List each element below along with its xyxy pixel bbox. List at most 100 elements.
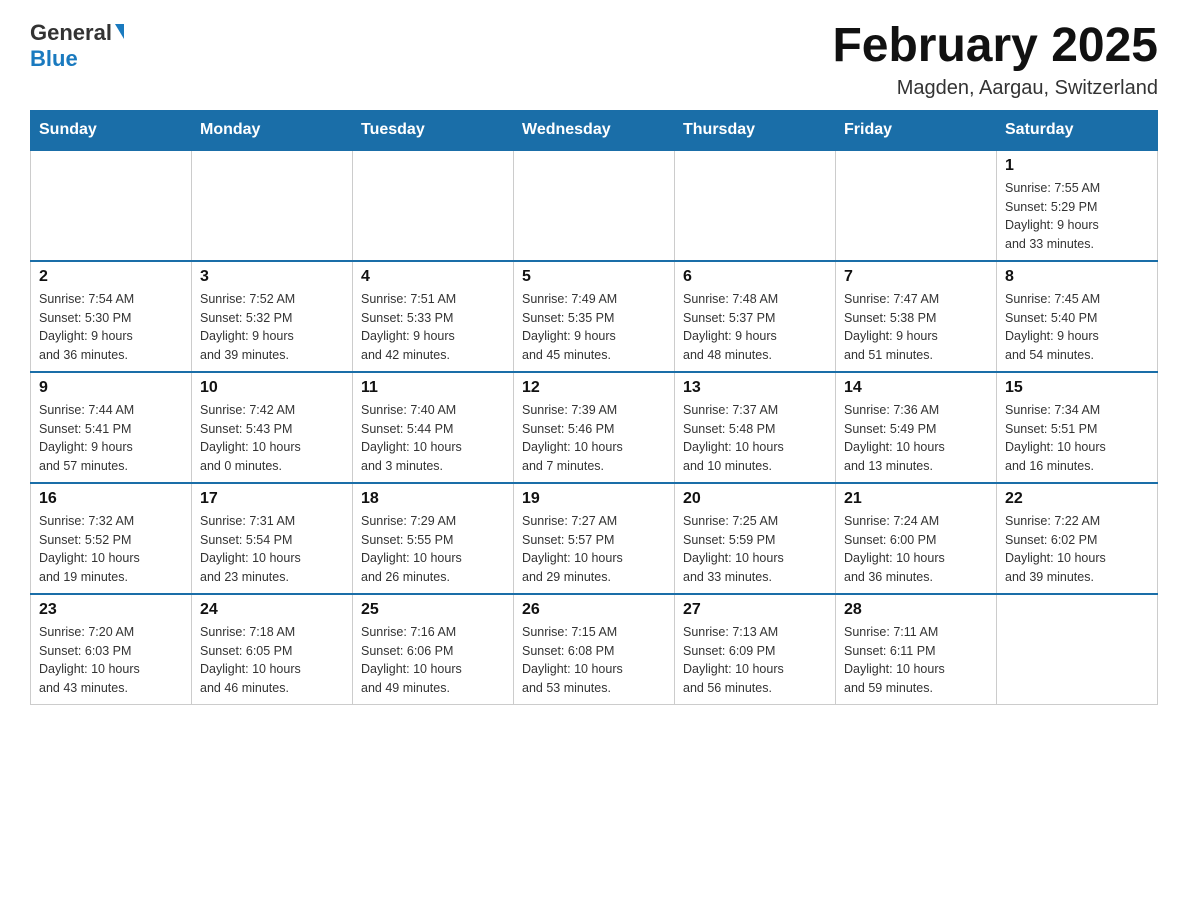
calendar-cell: 25 Sunrise: 7:16 AM Sunset: 6:06 PM Dayli…	[353, 594, 514, 705]
calendar-week-row: 2 Sunrise: 7:54 AM Sunset: 5:30 PM Daylig…	[31, 261, 1158, 372]
calendar-subtitle: Magden, Aargau, Switzerland	[832, 77, 1158, 100]
day-info: Sunrise: 7:31 AM Sunset: 5:54 PM Dayligh…	[200, 512, 344, 587]
calendar-cell	[192, 150, 353, 261]
day-info: Sunrise: 7:32 AM Sunset: 5:52 PM Dayligh…	[39, 512, 183, 587]
calendar-cell: 16 Sunrise: 7:32 AM Sunset: 5:52 PM Dayli…	[31, 483, 192, 594]
day-info: Sunrise: 7:11 AM Sunset: 6:11 PM Dayligh…	[844, 623, 988, 698]
day-info: Sunrise: 7:45 AM Sunset: 5:40 PM Dayligh…	[1005, 290, 1149, 365]
day-number: 6	[683, 268, 827, 286]
calendar-title: February 2025	[832, 20, 1158, 73]
weekday-header-saturday: Saturday	[997, 110, 1158, 150]
day-info: Sunrise: 7:25 AM Sunset: 5:59 PM Dayligh…	[683, 512, 827, 587]
day-info: Sunrise: 7:52 AM Sunset: 5:32 PM Dayligh…	[200, 290, 344, 365]
calendar-cell: 17 Sunrise: 7:31 AM Sunset: 5:54 PM Dayli…	[192, 483, 353, 594]
calendar-cell	[514, 150, 675, 261]
calendar-cell: 2 Sunrise: 7:54 AM Sunset: 5:30 PM Daylig…	[31, 261, 192, 372]
day-number: 2	[39, 268, 183, 286]
day-number: 5	[522, 268, 666, 286]
day-info: Sunrise: 7:37 AM Sunset: 5:48 PM Dayligh…	[683, 401, 827, 476]
day-info: Sunrise: 7:49 AM Sunset: 5:35 PM Dayligh…	[522, 290, 666, 365]
day-info: Sunrise: 7:22 AM Sunset: 6:02 PM Dayligh…	[1005, 512, 1149, 587]
day-number: 8	[1005, 268, 1149, 286]
day-info: Sunrise: 7:44 AM Sunset: 5:41 PM Dayligh…	[39, 401, 183, 476]
day-number: 25	[361, 601, 505, 619]
calendar-cell: 3 Sunrise: 7:52 AM Sunset: 5:32 PM Daylig…	[192, 261, 353, 372]
day-info: Sunrise: 7:48 AM Sunset: 5:37 PM Dayligh…	[683, 290, 827, 365]
calendar-cell: 6 Sunrise: 7:48 AM Sunset: 5:37 PM Daylig…	[675, 261, 836, 372]
calendar-cell: 12 Sunrise: 7:39 AM Sunset: 5:46 PM Dayli…	[514, 372, 675, 483]
day-info: Sunrise: 7:54 AM Sunset: 5:30 PM Dayligh…	[39, 290, 183, 365]
calendar-cell: 15 Sunrise: 7:34 AM Sunset: 5:51 PM Dayli…	[997, 372, 1158, 483]
day-number: 26	[522, 601, 666, 619]
weekday-header-monday: Monday	[192, 110, 353, 150]
day-number: 23	[39, 601, 183, 619]
day-number: 9	[39, 379, 183, 397]
calendar-week-row: 16 Sunrise: 7:32 AM Sunset: 5:52 PM Dayli…	[31, 483, 1158, 594]
day-info: Sunrise: 7:24 AM Sunset: 6:00 PM Dayligh…	[844, 512, 988, 587]
day-number: 15	[1005, 379, 1149, 397]
day-info: Sunrise: 7:39 AM Sunset: 5:46 PM Dayligh…	[522, 401, 666, 476]
day-number: 21	[844, 490, 988, 508]
calendar-cell: 26 Sunrise: 7:15 AM Sunset: 6:08 PM Dayli…	[514, 594, 675, 705]
day-info: Sunrise: 7:13 AM Sunset: 6:09 PM Dayligh…	[683, 623, 827, 698]
day-number: 22	[1005, 490, 1149, 508]
calendar-cell: 28 Sunrise: 7:11 AM Sunset: 6:11 PM Dayli…	[836, 594, 997, 705]
day-number: 4	[361, 268, 505, 286]
calendar-cell: 21 Sunrise: 7:24 AM Sunset: 6:00 PM Dayli…	[836, 483, 997, 594]
calendar-cell: 4Sunrise: 7:51 AM Sunset: 5:33 PM Daylig…	[353, 261, 514, 372]
day-number: 11	[361, 379, 505, 397]
day-info: Sunrise: 7:20 AM Sunset: 6:03 PM Dayligh…	[39, 623, 183, 698]
weekday-header-friday: Friday	[836, 110, 997, 150]
day-number: 27	[683, 601, 827, 619]
day-info: Sunrise: 7:29 AM Sunset: 5:55 PM Dayligh…	[361, 512, 505, 587]
calendar-cell: 14Sunrise: 7:36 AM Sunset: 5:49 PM Dayli…	[836, 372, 997, 483]
day-number: 16	[39, 490, 183, 508]
day-info: Sunrise: 7:40 AM Sunset: 5:44 PM Dayligh…	[361, 401, 505, 476]
calendar-cell: 10 Sunrise: 7:42 AM Sunset: 5:43 PM Dayli…	[192, 372, 353, 483]
day-info: Sunrise: 7:55 AM Sunset: 5:29 PM Dayligh…	[1005, 179, 1149, 254]
logo-blue-text: Blue	[30, 46, 78, 72]
day-info: Sunrise: 7:34 AM Sunset: 5:51 PM Dayligh…	[1005, 401, 1149, 476]
logo: General Blue	[30, 20, 124, 72]
day-number: 18	[361, 490, 505, 508]
calendar-cell: 19 Sunrise: 7:27 AM Sunset: 5:57 PM Dayli…	[514, 483, 675, 594]
calendar-week-row: 1Sunrise: 7:55 AM Sunset: 5:29 PM Daylig…	[31, 150, 1158, 261]
calendar-cell	[31, 150, 192, 261]
day-number: 12	[522, 379, 666, 397]
calendar-week-row: 23 Sunrise: 7:20 AM Sunset: 6:03 PM Dayli…	[31, 594, 1158, 705]
day-info: Sunrise: 7:15 AM Sunset: 6:08 PM Dayligh…	[522, 623, 666, 698]
day-info: Sunrise: 7:27 AM Sunset: 5:57 PM Dayligh…	[522, 512, 666, 587]
day-number: 3	[200, 268, 344, 286]
weekday-header-wednesday: Wednesday	[514, 110, 675, 150]
weekday-header-sunday: Sunday	[31, 110, 192, 150]
calendar-cell: 1Sunrise: 7:55 AM Sunset: 5:29 PM Daylig…	[997, 150, 1158, 261]
day-number: 17	[200, 490, 344, 508]
day-info: Sunrise: 7:18 AM Sunset: 6:05 PM Dayligh…	[200, 623, 344, 698]
logo-general-text: General	[30, 20, 112, 46]
logo-triangle-icon	[115, 24, 124, 39]
calendar-cell: 8 Sunrise: 7:45 AM Sunset: 5:40 PM Daylig…	[997, 261, 1158, 372]
day-number: 19	[522, 490, 666, 508]
calendar-table: SundayMondayTuesdayWednesdayThursdayFrid…	[30, 110, 1158, 705]
page-header: General Blue February 2025 Magden, Aarga…	[30, 20, 1158, 100]
calendar-cell	[353, 150, 514, 261]
calendar-cell: 24 Sunrise: 7:18 AM Sunset: 6:05 PM Dayli…	[192, 594, 353, 705]
day-info: Sunrise: 7:42 AM Sunset: 5:43 PM Dayligh…	[200, 401, 344, 476]
day-number: 24	[200, 601, 344, 619]
calendar-cell: 9 Sunrise: 7:44 AM Sunset: 5:41 PM Daylig…	[31, 372, 192, 483]
title-block: February 2025 Magden, Aargau, Switzerlan…	[832, 20, 1158, 100]
calendar-cell	[997, 594, 1158, 705]
weekday-header-thursday: Thursday	[675, 110, 836, 150]
calendar-cell	[836, 150, 997, 261]
calendar-cell: 27 Sunrise: 7:13 AM Sunset: 6:09 PM Dayli…	[675, 594, 836, 705]
day-info: Sunrise: 7:36 AM Sunset: 5:49 PM Dayligh…	[844, 401, 988, 476]
calendar-cell: 13 Sunrise: 7:37 AM Sunset: 5:48 PM Dayli…	[675, 372, 836, 483]
weekday-header-tuesday: Tuesday	[353, 110, 514, 150]
day-number: 28	[844, 601, 988, 619]
calendar-cell: 11 Sunrise: 7:40 AM Sunset: 5:44 PM Dayli…	[353, 372, 514, 483]
day-number: 13	[683, 379, 827, 397]
day-info: Sunrise: 7:47 AM Sunset: 5:38 PM Dayligh…	[844, 290, 988, 365]
calendar-cell: 5 Sunrise: 7:49 AM Sunset: 5:35 PM Daylig…	[514, 261, 675, 372]
day-number: 10	[200, 379, 344, 397]
day-info: Sunrise: 7:16 AM Sunset: 6:06 PM Dayligh…	[361, 623, 505, 698]
